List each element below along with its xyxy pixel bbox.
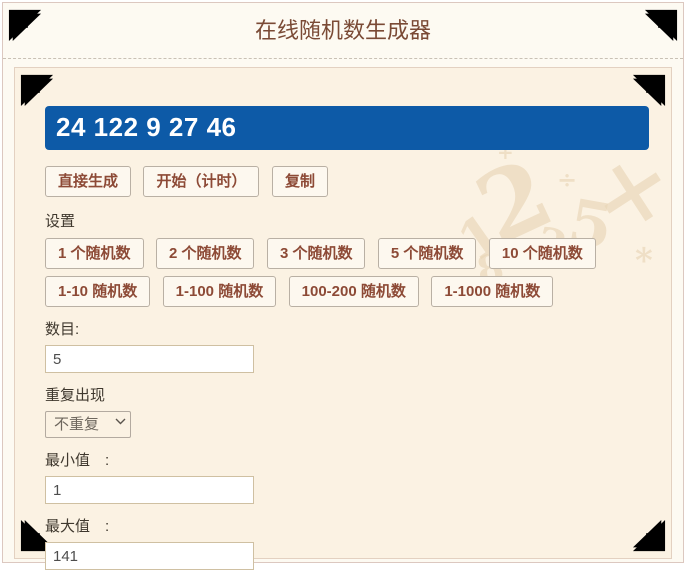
repeat-select-wrap: 不重复 (45, 411, 131, 438)
preset-count-1-button[interactable]: 1 个随机数 (45, 238, 144, 269)
page-header: 在线随机数生成器 (3, 3, 683, 59)
copy-button[interactable]: 复制 (271, 166, 328, 197)
preset-range-1-10-button[interactable]: 1-10 随机数 (45, 276, 151, 307)
result-display: 24 122 9 27 46 (45, 106, 649, 150)
preset-range-1-1000-button[interactable]: 1-1000 随机数 (431, 276, 554, 307)
settings-heading: 设置 (45, 213, 76, 230)
preset-range-1-100-button[interactable]: 1-100 随机数 (162, 276, 277, 307)
min-input[interactable] (45, 476, 254, 504)
app-frame: 在线随机数生成器 12+÷57×28* 24 122 9 27 46 直接生成 … (2, 2, 684, 570)
preset-count-3-button[interactable]: 3 个随机数 (266, 238, 366, 269)
generate-button[interactable]: 直接生成 (45, 166, 132, 197)
repeat-label: 重复出现 (45, 387, 106, 404)
page-title: 在线随机数生成器 (254, 18, 431, 43)
preset-count-2-button[interactable]: 2 个随机数 (155, 238, 255, 269)
range-preset-row: 1-10 随机数 1-100 随机数 100-200 随机数 1-1000 随机… (45, 276, 649, 307)
count-input[interactable] (45, 345, 254, 373)
generator-panel: 12+÷57×28* 24 122 9 27 46 直接生成 开始（计时） 复制… (14, 67, 672, 570)
corner-ornament-icon (644, 8, 678, 42)
preset-count-5-button[interactable]: 5 个随机数 (377, 238, 477, 269)
action-row: 直接生成 开始（计时） 复制 (45, 166, 649, 197)
panel-content: 24 122 9 27 46 直接生成 开始（计时） 复制 设置 1 个随机数 … (15, 68, 671, 570)
count-label: 数目: (45, 321, 80, 338)
preset-range-100-200-button[interactable]: 100-200 随机数 (288, 276, 419, 307)
max-label: 最大值 : (45, 518, 110, 535)
repeat-select[interactable]: 不重复 (45, 411, 131, 438)
corner-ornament-icon (8, 8, 42, 42)
start-timer-button[interactable]: 开始（计时） (143, 166, 260, 197)
preset-count-10-button[interactable]: 10 个随机数 (488, 238, 596, 269)
max-input[interactable] (45, 542, 254, 570)
count-preset-row: 1 个随机数 2 个随机数 3 个随机数 5 个随机数 10 个随机数 (45, 238, 649, 269)
min-label: 最小值 : (45, 452, 110, 469)
